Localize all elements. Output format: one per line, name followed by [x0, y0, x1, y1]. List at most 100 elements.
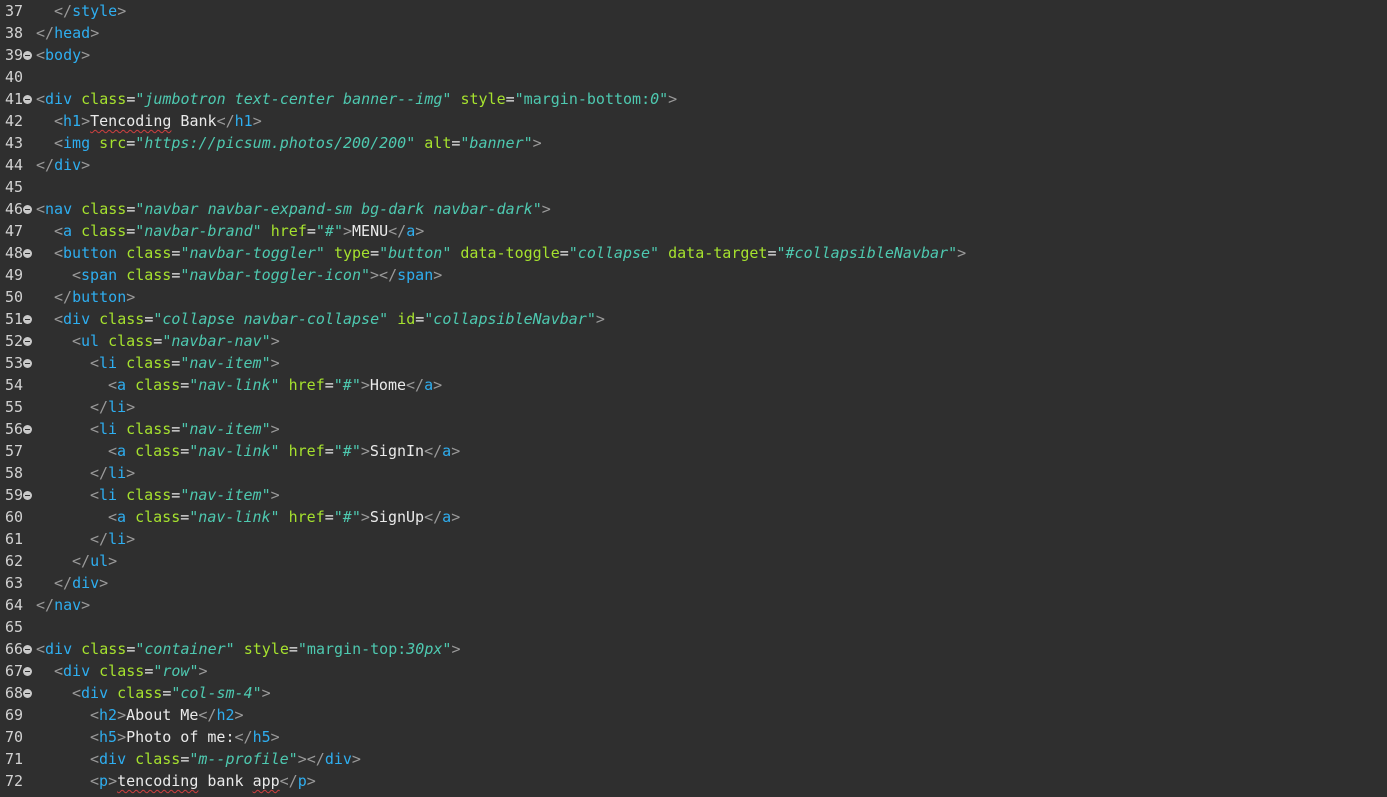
code-line[interactable]: 63 </div> — [0, 572, 1387, 594]
line-gutter: 52 — [0, 330, 36, 352]
code-token: > — [81, 596, 91, 614]
code-token: div — [45, 90, 73, 108]
code-token: </ — [424, 508, 443, 526]
code-text: <h1>Tencoding Bank</h1> — [36, 110, 262, 132]
code-line[interactable]: 48 <button class="navbar-toggler" type="b… — [0, 242, 1387, 264]
fold-toggle-icon[interactable] — [23, 249, 32, 258]
code-token: = — [144, 310, 154, 328]
fold-toggle-icon[interactable] — [23, 51, 32, 60]
code-token: </ — [234, 728, 253, 746]
code-token: < — [72, 266, 82, 284]
fold-toggle-icon[interactable] — [23, 337, 32, 346]
code-token: class — [135, 442, 181, 460]
code-token: data-toggle — [460, 244, 560, 262]
line-gutter: 51 — [0, 308, 36, 330]
code-token: li — [99, 354, 118, 372]
code-token: li — [108, 398, 127, 416]
fold-toggle-icon[interactable] — [23, 315, 32, 324]
code-line[interactable]: 72 <p>tencoding bank app</p> — [0, 770, 1387, 792]
code-line[interactable]: 51 <div class="collapse navbar-collapse" … — [0, 308, 1387, 330]
fold-toggle-icon[interactable] — [23, 95, 32, 104]
fold-toggle-icon[interactable] — [23, 205, 32, 214]
code-line[interactable]: 46 <nav class="navbar navbar-expand-sm bg… — [0, 198, 1387, 220]
line-number: 64 — [5, 596, 24, 614]
code-token: > — [360, 508, 370, 526]
code-line[interactable]: 66 <div class="container" style="margin-t… — [0, 638, 1387, 660]
code-line[interactable]: 38 </head> — [0, 22, 1387, 44]
code-line[interactable]: 39 <body> — [0, 44, 1387, 66]
line-gutter: 67 — [0, 660, 36, 682]
code-line[interactable]: 56 <li class="nav-item"> — [0, 418, 1387, 440]
code-text: <div class="container" style="margin-top… — [36, 638, 460, 660]
code-token: = — [171, 354, 181, 372]
code-token: = — [324, 442, 334, 460]
code-line[interactable]: 41 <div class="jumbotron text-center bann… — [0, 88, 1387, 110]
code-token: </ — [90, 464, 109, 482]
code-token: div — [72, 574, 100, 592]
code-token: > — [270, 332, 280, 350]
code-line[interactable]: 49 <span class="navbar-toggler-icon"></sp… — [0, 264, 1387, 286]
code-token: h1 — [63, 112, 82, 130]
code-token: ></ — [297, 750, 325, 768]
line-gutter: 39 — [0, 44, 36, 66]
code-line[interactable]: 71 <div class="m--profile"></div> — [0, 748, 1387, 770]
line-number: 57 — [5, 442, 24, 460]
code-line[interactable]: 60 <a class="nav-link" href="#">SignUp</a… — [0, 506, 1387, 528]
code-line[interactable]: 61 </li> — [0, 528, 1387, 550]
code-line[interactable]: 52 <ul class="navbar-nav"> — [0, 330, 1387, 352]
code-line[interactable]: 68 <div class="col-sm-4"> — [0, 682, 1387, 704]
code-token: > — [351, 750, 361, 768]
code-line[interactable]: 43 <img src="https://picsum.photos/200/20… — [0, 132, 1387, 154]
code-line[interactable]: 64 </nav> — [0, 594, 1387, 616]
code-line[interactable]: 62 </ul> — [0, 550, 1387, 572]
code-line[interactable]: 47 <a class="navbar-brand" href="#">MENU<… — [0, 220, 1387, 242]
fold-toggle-icon[interactable] — [23, 645, 32, 654]
code-line[interactable]: 54 <a class="nav-link" href="#">Home</a> — [0, 374, 1387, 396]
code-line[interactable]: 44 </div> — [0, 154, 1387, 176]
code-token: "navbar-nav" — [162, 332, 271, 350]
code-line[interactable]: 53 <li class="nav-item"> — [0, 352, 1387, 374]
fold-toggle-icon[interactable] — [23, 425, 32, 434]
code-line[interactable]: 57 <a class="nav-link" href="#">SignIn</a… — [0, 440, 1387, 462]
line-number: 51 — [5, 310, 24, 328]
code-line[interactable]: 37 </style> — [0, 0, 1387, 22]
code-token: > — [117, 706, 127, 724]
code-line[interactable]: 69 <h2>About Me</h2> — [0, 704, 1387, 726]
code-line[interactable]: 67 <div class="row"> — [0, 660, 1387, 682]
fold-toggle-icon[interactable] — [23, 689, 32, 698]
code-token: About Me — [126, 706, 199, 724]
code-token: > — [270, 486, 280, 504]
fold-toggle-icon[interactable] — [23, 667, 32, 676]
code-token: class — [108, 332, 154, 350]
code-line[interactable]: 40 — [0, 66, 1387, 88]
code-token: "navbar-toggler" — [180, 244, 325, 262]
code-text: <li class="nav-item"> — [36, 352, 280, 374]
code-text: <span class="navbar-toggler-icon"></span… — [36, 264, 442, 286]
fold-toggle-icon[interactable] — [23, 491, 32, 500]
code-token: class — [81, 222, 127, 240]
line-gutter: 37 — [0, 0, 36, 22]
code-line[interactable]: 59 <li class="nav-item"> — [0, 484, 1387, 506]
code-editor[interactable]: 37 </style> 38 </head> 39 <body> 40 41 <div clas… — [0, 0, 1387, 797]
fold-toggle-icon[interactable] — [23, 359, 32, 368]
code-line[interactable]: 70 <h5>Photo of me:</h5> — [0, 726, 1387, 748]
code-line[interactable]: 58 </li> — [0, 462, 1387, 484]
code-token: > — [126, 288, 136, 306]
code-token: "banner" — [460, 134, 533, 152]
code-token: href — [288, 376, 325, 394]
code-line[interactable]: 45 — [0, 176, 1387, 198]
line-gutter: 54 — [0, 374, 36, 396]
code-token: < — [36, 46, 46, 64]
code-token: = — [559, 244, 569, 262]
code-line[interactable]: 42 <h1>Tencoding Bank</h1> — [0, 110, 1387, 132]
code-line[interactable]: 55 </li> — [0, 396, 1387, 418]
code-line[interactable]: 50 </button> — [0, 286, 1387, 308]
code-token: tencoding — [117, 772, 199, 790]
code-text: <div class="collapse navbar-collapse" id… — [36, 308, 605, 330]
code-line[interactable]: 65 — [0, 616, 1387, 638]
